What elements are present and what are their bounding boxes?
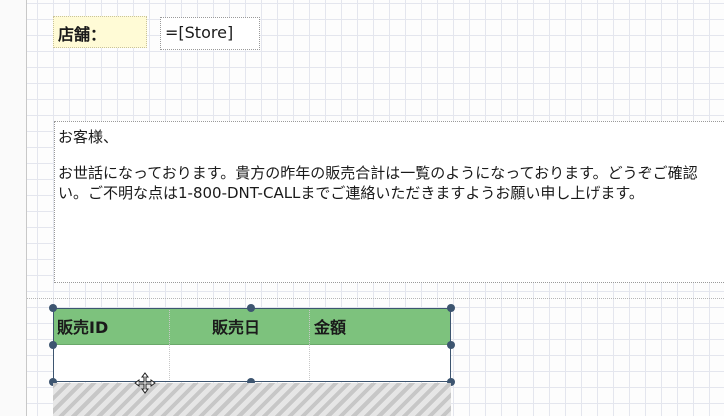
sales-table[interactable]: 販売ID 販売日 金額 xyxy=(53,308,451,382)
column-divider xyxy=(169,345,170,382)
column-divider xyxy=(309,308,310,345)
message-line-1: お世話になっております。貴方の昨年の販売合計は一覧のようになっております。どうぞ… xyxy=(58,164,698,182)
column-divider xyxy=(309,345,310,382)
resize-handle-top-left[interactable] xyxy=(49,304,57,312)
resize-handle-top-right[interactable] xyxy=(447,304,455,312)
table-header-row[interactable]: 販売ID 販売日 金額 xyxy=(53,308,451,345)
resize-handle-top-center[interactable] xyxy=(247,304,255,312)
resize-handle-middle-right[interactable] xyxy=(447,341,455,349)
store-label[interactable]: 店舗： xyxy=(53,16,147,48)
header-cell-sale-id[interactable]: 販売ID xyxy=(57,308,169,345)
header-cell-sale-date[interactable]: 販売日 xyxy=(212,308,308,345)
hatched-unused-area xyxy=(53,383,451,416)
section-divider xyxy=(27,298,724,299)
column-divider xyxy=(169,308,170,345)
message-textbox[interactable]: お客様、 お世話になっております。貴方の昨年の販売合計は一覧のようになっておりま… xyxy=(54,121,724,283)
message-greeting: お客様、 xyxy=(58,128,119,146)
resize-handle-middle-left[interactable] xyxy=(49,341,57,349)
message-spacer xyxy=(58,147,724,163)
table-detail-row[interactable] xyxy=(53,345,451,382)
store-field-textbox[interactable]: =[Store] xyxy=(160,17,260,50)
header-cell-amount[interactable]: 金額 xyxy=(314,308,449,345)
left-ruler-margin xyxy=(0,0,27,416)
message-line-2: い。ご不明な点は1-800-DNT-CALLまでご連絡いただきますようお願い申し… xyxy=(58,184,644,202)
move-cursor-icon xyxy=(134,372,156,394)
